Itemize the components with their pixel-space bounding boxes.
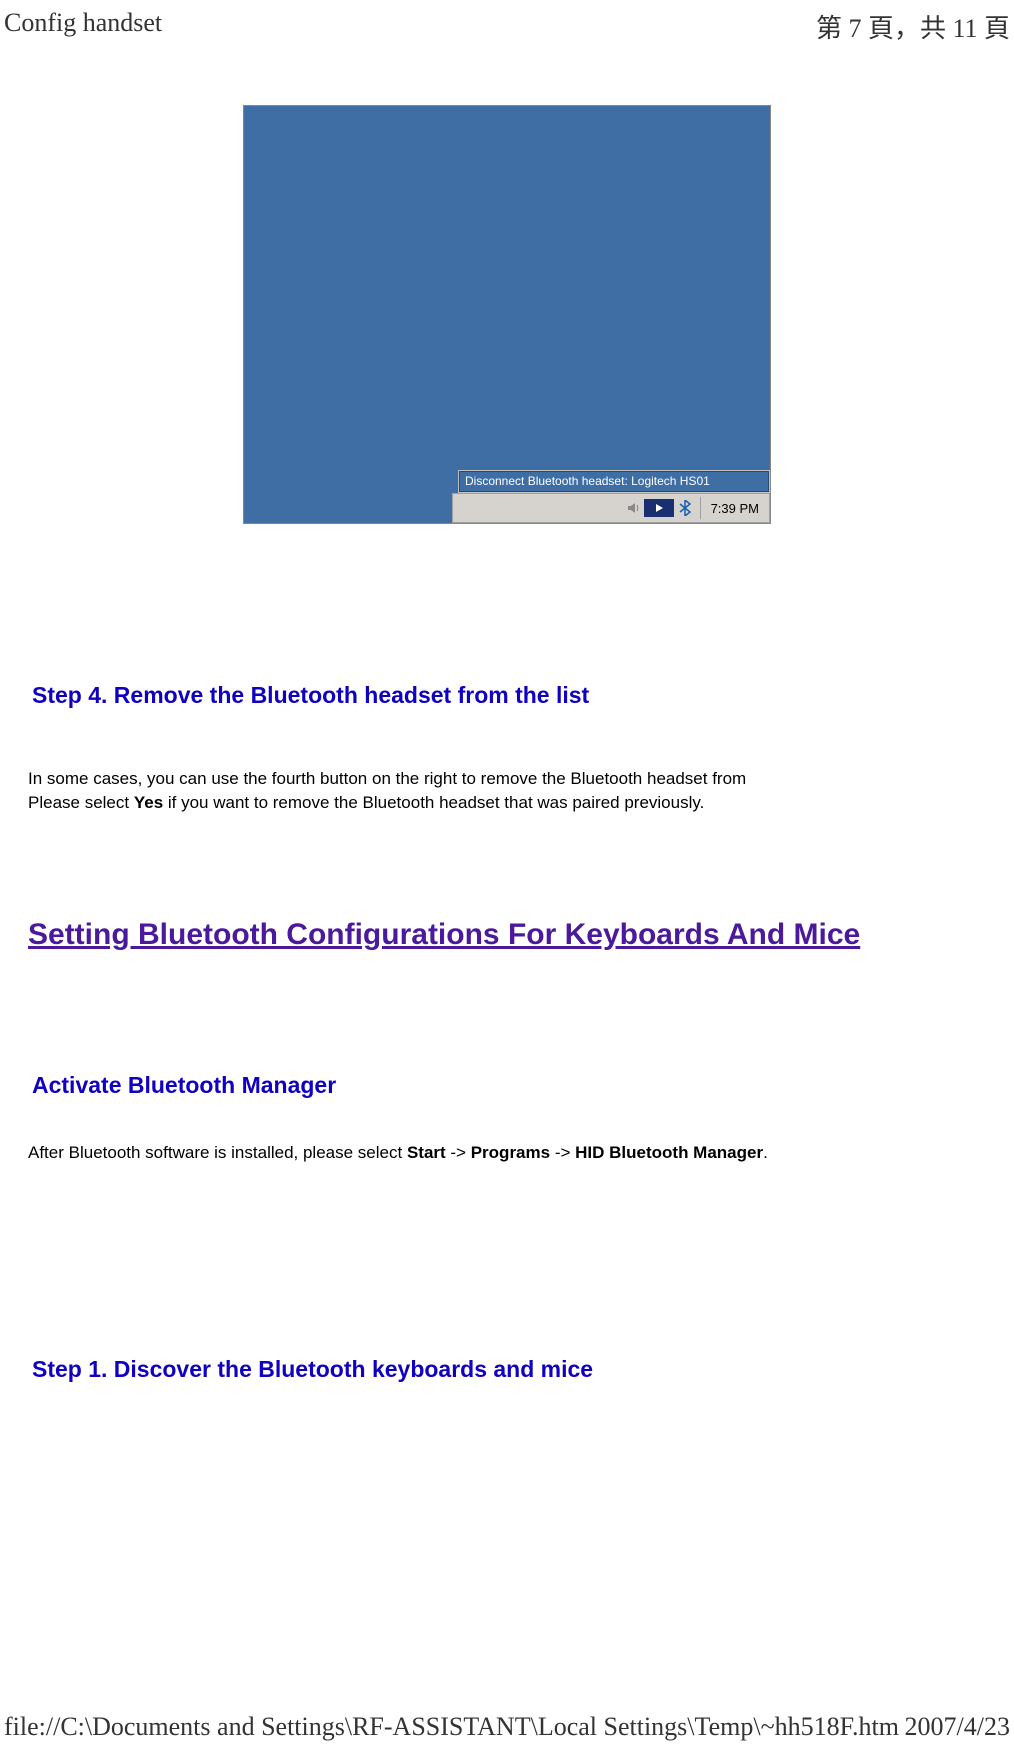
activate-post: . bbox=[763, 1143, 768, 1162]
tooltip-disconnect-headset: Disconnect Bluetooth headset: Logitech H… bbox=[458, 470, 770, 493]
step4-line1: In some cases, you can use the fourth bu… bbox=[28, 769, 746, 788]
footer-date: 2007/4/23 bbox=[905, 1712, 1010, 1742]
document-body: Step 4. Remove the Bluetooth headset fro… bbox=[0, 682, 1014, 1383]
step4-line2-pre: Please select bbox=[28, 793, 134, 812]
windows-desktop-screenshot: Disconnect Bluetooth headset: Logitech H… bbox=[243, 105, 771, 524]
step4-body: In some cases, you can use the fourth bu… bbox=[28, 767, 986, 815]
activate-pre: After Bluetooth software is installed, p… bbox=[28, 1143, 407, 1162]
step1-heading: Step 1. Discover the Bluetooth keyboards… bbox=[32, 1356, 986, 1383]
header-title: Config handset bbox=[4, 8, 162, 45]
volume-icon bbox=[624, 499, 642, 517]
tooltip-text: Disconnect Bluetooth headset: Logitech H… bbox=[465, 474, 710, 488]
step4-heading: Step 4. Remove the Bluetooth headset fro… bbox=[32, 682, 986, 709]
step4-line2-post: if you want to remove the Bluetooth head… bbox=[163, 793, 704, 812]
play-icon bbox=[644, 499, 674, 517]
taskbar-clock: 7:39 PM bbox=[700, 497, 765, 519]
bluetooth-icon bbox=[676, 499, 694, 517]
activate-heading: Activate Bluetooth Manager bbox=[32, 1072, 986, 1099]
step4-yes-bold: Yes bbox=[134, 793, 163, 812]
activate-arrow1: -> bbox=[446, 1143, 471, 1162]
activate-programs: Programs bbox=[471, 1143, 550, 1162]
activate-arrow2: -> bbox=[550, 1143, 575, 1162]
activate-body: After Bluetooth software is installed, p… bbox=[28, 1141, 986, 1165]
taskbar: 7:39 PM bbox=[452, 493, 770, 523]
screenshot-figure: Disconnect Bluetooth headset: Logitech H… bbox=[0, 105, 1014, 524]
page-footer: file://C:\Documents and Settings\RF-ASSI… bbox=[0, 1712, 1014, 1742]
footer-path: file://C:\Documents and Settings\RF-ASSI… bbox=[4, 1712, 899, 1742]
activate-hid: HID Bluetooth Manager bbox=[575, 1143, 763, 1162]
page-header: Config handset 第 7 頁，共 11 頁 bbox=[0, 0, 1014, 53]
header-page-info: 第 7 頁，共 11 頁 bbox=[816, 8, 1010, 45]
section-link-keyboards-mice[interactable]: Setting Bluetooth Configurations For Key… bbox=[28, 915, 986, 954]
activate-start: Start bbox=[407, 1143, 446, 1162]
